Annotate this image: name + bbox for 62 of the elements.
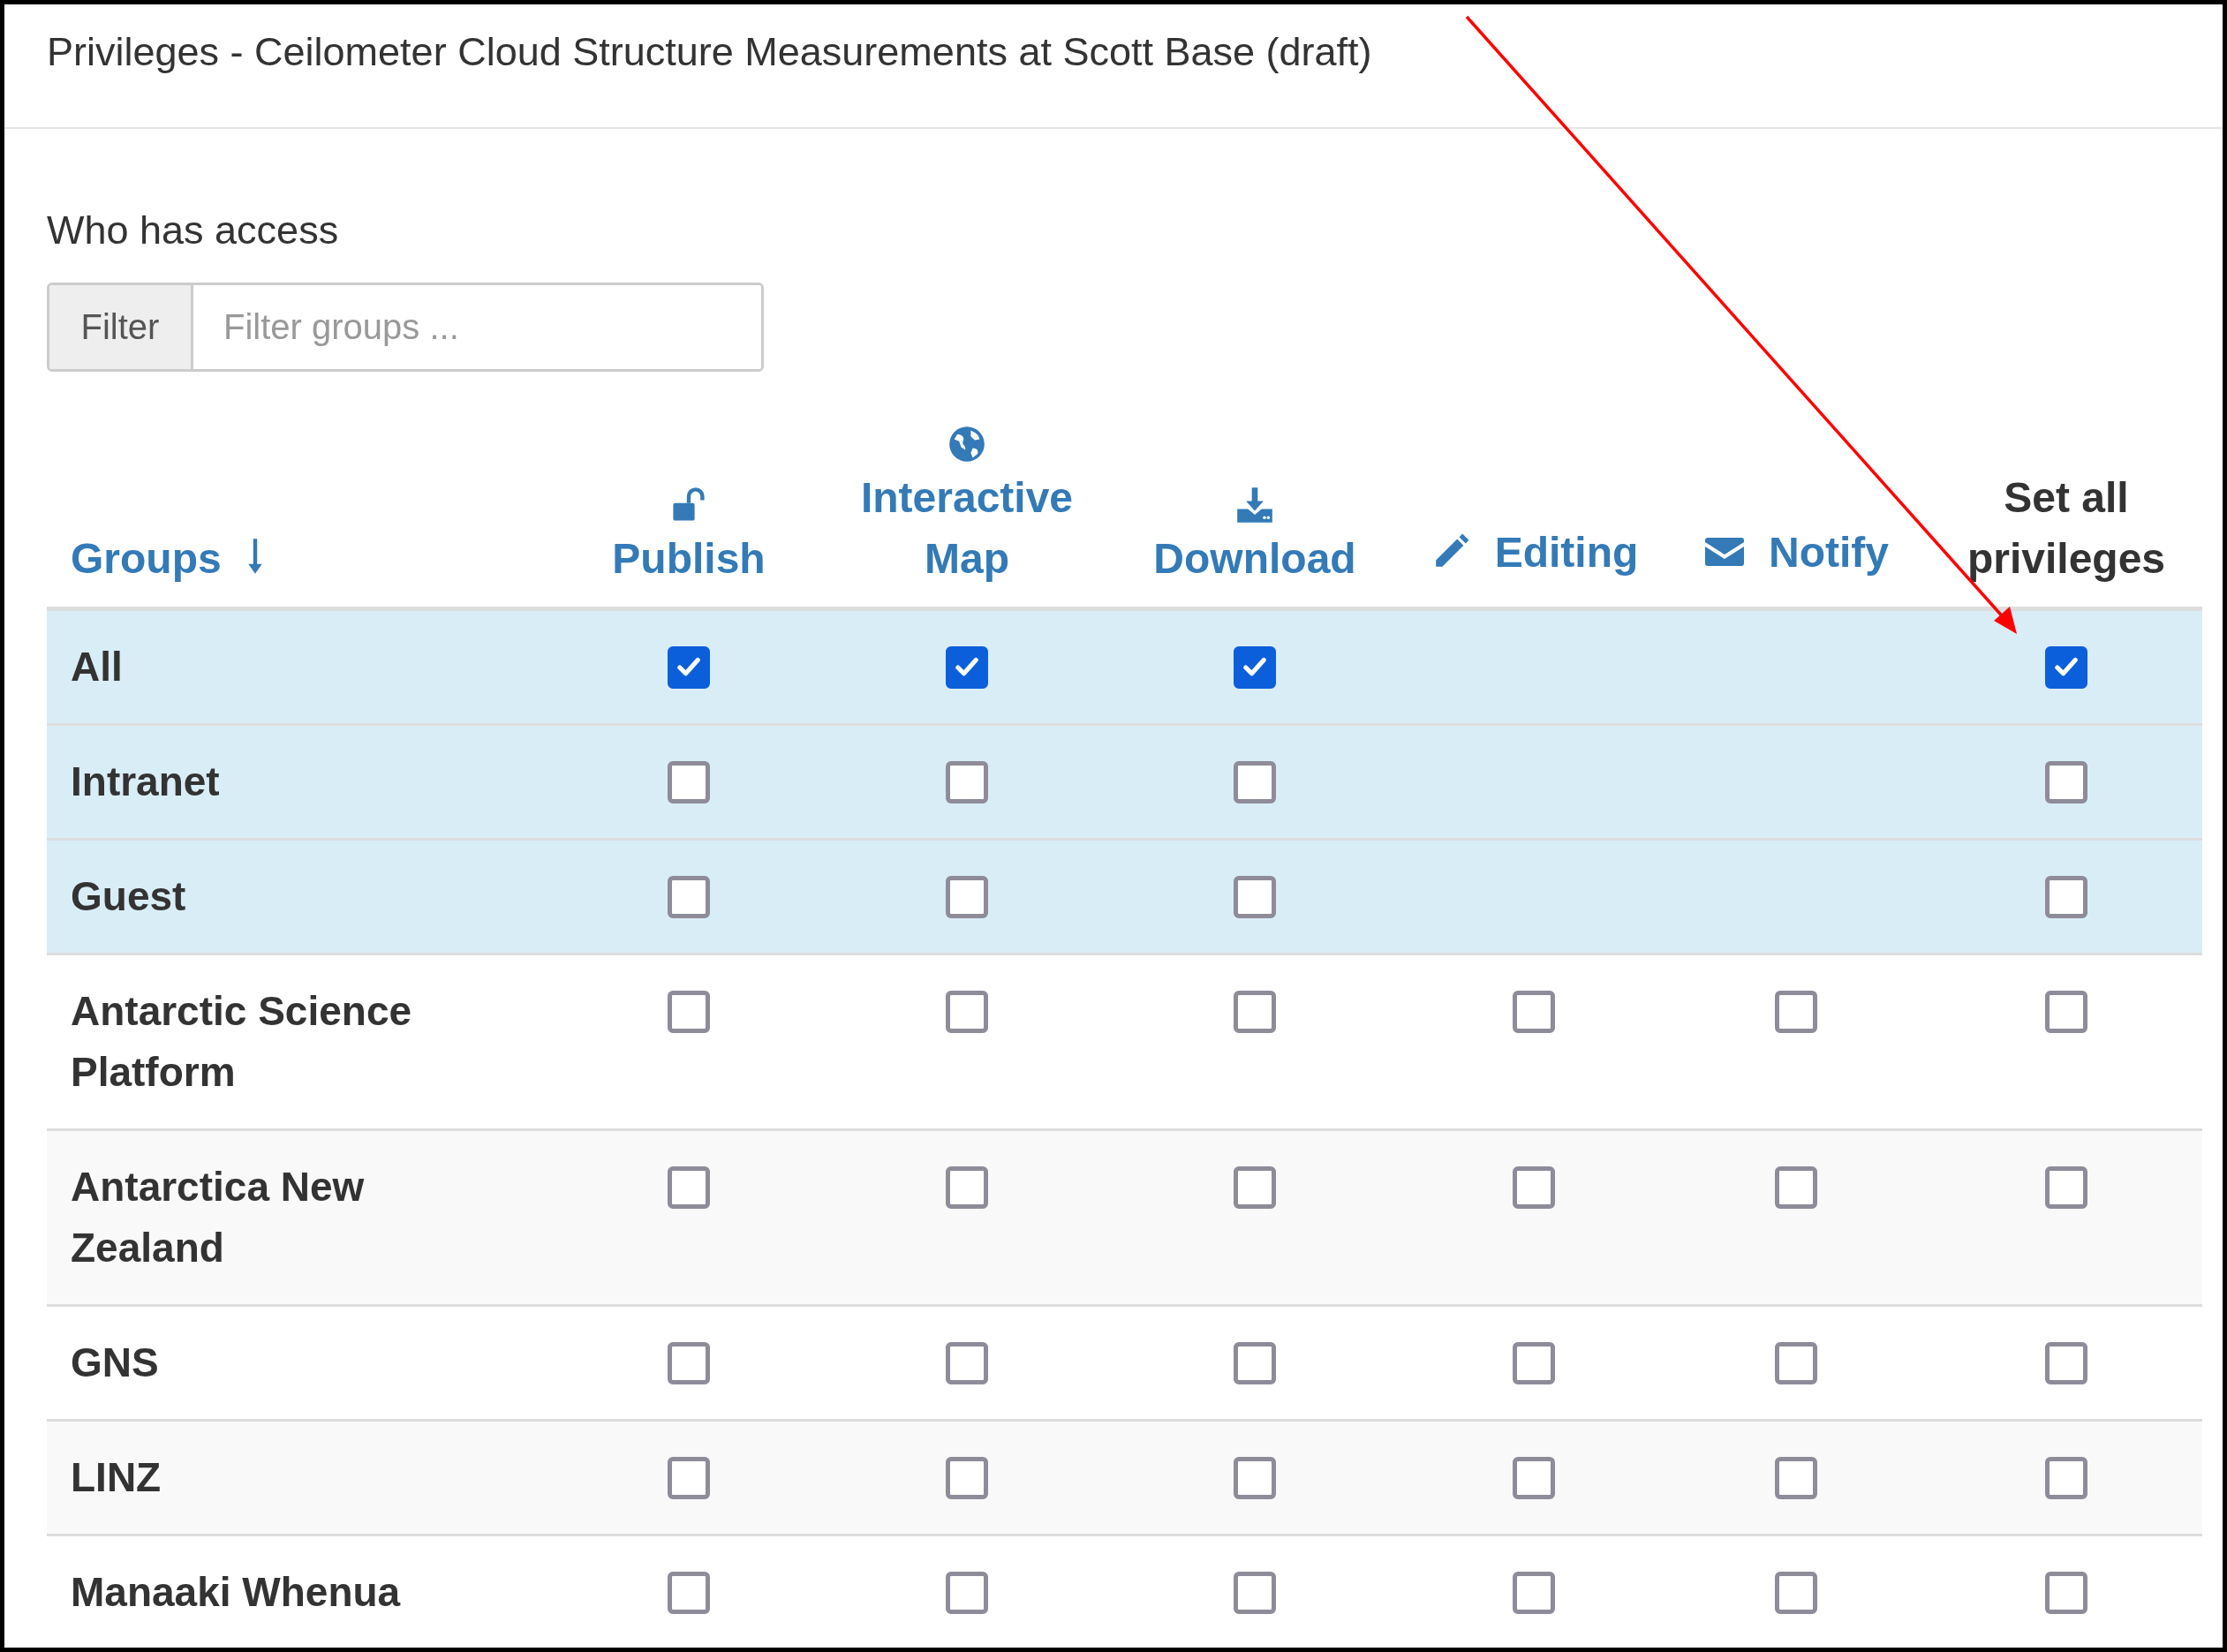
sort-header[interactable]: Groups: [71, 535, 265, 582]
checkbox[interactable]: [1775, 1342, 1817, 1384]
checkbox[interactable]: [668, 1572, 710, 1614]
checkbox[interactable]: [1775, 991, 1817, 1033]
group-name: LINZ: [71, 1453, 162, 1502]
column-header[interactable]: Notify: [1769, 521, 1889, 583]
download-icon: [1235, 486, 1274, 524]
checkbox[interactable]: [668, 876, 710, 918]
checkbox[interactable]: [1234, 1572, 1276, 1614]
checkbox[interactable]: [1234, 1457, 1276, 1499]
checkbox[interactable]: [1513, 1457, 1555, 1499]
globe-icon: [947, 425, 986, 464]
checkbox[interactable]: [1234, 1166, 1276, 1209]
checkbox[interactable]: [2045, 1166, 2087, 1209]
checkbox[interactable]: [2045, 646, 2087, 689]
group-name: GNS: [71, 1339, 159, 1387]
section-title: Who has access: [47, 207, 340, 254]
window-title: Privileges - Ceilometer Cloud Structure Measurements at Scott Base (draft): [47, 29, 1372, 74]
column-header[interactable]: Publish: [612, 528, 766, 589]
checkbox[interactable]: [946, 1572, 988, 1614]
checkbox[interactable]: [1234, 761, 1276, 803]
checkbox[interactable]: [946, 761, 988, 803]
checkbox[interactable]: [1775, 1457, 1817, 1499]
checkbox[interactable]: [1775, 1166, 1817, 1209]
checkbox[interactable]: [1234, 876, 1276, 918]
group-name: Antarctic Science Platform: [71, 987, 413, 1097]
checkbox[interactable]: [946, 1457, 988, 1499]
checkbox[interactable]: [2045, 761, 2087, 803]
column-header[interactable]: Interactive Map: [830, 467, 1104, 589]
filter-field[interactable]: Filter Filter groups ...: [47, 283, 764, 372]
checkbox[interactable]: [2045, 1342, 2087, 1384]
checkbox[interactable]: [668, 1342, 710, 1384]
group-name: Manaaki Whenua: [71, 1568, 401, 1617]
checkbox[interactable]: [946, 876, 988, 918]
checkbox[interactable]: [946, 991, 988, 1033]
checkbox[interactable]: [1775, 1572, 1817, 1614]
checkbox[interactable]: [1234, 646, 1276, 689]
group-name: Antarctica New Zealand: [71, 1163, 366, 1272]
checkbox[interactable]: [2045, 1457, 2087, 1499]
checkbox[interactable]: [2045, 991, 2087, 1033]
checkbox[interactable]: [1234, 1342, 1276, 1384]
column-header: Set all privileges: [1966, 473, 2167, 584]
checkbox[interactable]: [1234, 991, 1276, 1033]
checkbox[interactable]: [2045, 1572, 2087, 1614]
group-name: All: [71, 643, 123, 691]
checkbox[interactable]: [668, 1457, 710, 1499]
column-header[interactable]: Editing: [1494, 521, 1639, 583]
checkbox[interactable]: [946, 1342, 988, 1384]
checkbox[interactable]: [946, 646, 988, 689]
checkbox[interactable]: [668, 646, 710, 689]
checkbox[interactable]: [668, 1166, 710, 1209]
checkbox[interactable]: [668, 761, 710, 803]
checkbox[interactable]: [2045, 876, 2087, 918]
checkbox[interactable]: [1513, 1166, 1555, 1209]
column-header[interactable]: Download: [1153, 528, 1356, 589]
group-name: Intranet: [71, 758, 220, 806]
group-name: Guest: [71, 872, 186, 921]
checkbox[interactable]: [1513, 1572, 1555, 1614]
checkbox[interactable]: [1513, 991, 1555, 1033]
checkbox[interactable]: [1513, 1342, 1555, 1384]
checkbox[interactable]: [946, 1166, 988, 1209]
checkbox[interactable]: [668, 991, 710, 1033]
